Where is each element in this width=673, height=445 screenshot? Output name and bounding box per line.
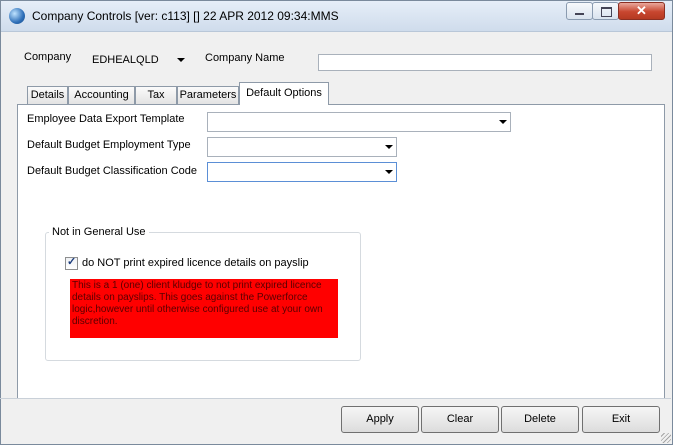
employment-type-label: Default Budget Employment Type (27, 139, 191, 151)
minimize-button[interactable] (566, 2, 593, 20)
tab-label: Parameters (179, 89, 237, 101)
resize-grip[interactable] (661, 433, 671, 443)
expired-licence-checkbox[interactable]: ✓ (65, 256, 78, 270)
employment-type-select[interactable] (207, 137, 397, 157)
warning-note: This is a 1 (one) client kludge to not p… (70, 279, 338, 338)
title-bar[interactable]: Company Controls [ver: c113] [] 22 APR 2… (1, 1, 672, 32)
tab-accounting[interactable]: Accounting (68, 86, 135, 104)
window-title: Company Controls [ver: c113] [] 22 APR 2… (32, 9, 339, 23)
checkmark-icon: ✓ (67, 256, 77, 268)
tab-label: Details (30, 89, 65, 101)
export-template-select[interactable] (207, 112, 511, 132)
tab-label: Accounting (74, 89, 129, 101)
chevron-down-icon (385, 145, 393, 149)
maximize-icon (601, 7, 612, 17)
maximize-button[interactable] (592, 2, 619, 20)
export-template-label: Employee Data Export Template (27, 113, 185, 125)
apply-button[interactable]: Apply (341, 406, 419, 433)
close-icon: ✕ (636, 3, 647, 18)
tab-details[interactable]: Details (27, 86, 68, 104)
tab-label: Default Options (246, 87, 322, 99)
classification-label: Default Budget Classification Code (27, 165, 197, 177)
app-icon (9, 8, 25, 24)
expired-licence-checkbox-label[interactable]: do NOT print expired licence details on … (82, 257, 309, 269)
delete-button[interactable]: Delete (501, 406, 579, 433)
company-name-label: Company Name (205, 52, 285, 64)
group-title: Not in General Use (49, 226, 149, 238)
tab-default-options[interactable]: Default Options (239, 82, 329, 105)
tab-label: Tax (147, 89, 165, 101)
company-label: Company (24, 51, 72, 63)
footer-divider (0, 398, 671, 399)
minimize-icon (575, 13, 584, 15)
chevron-down-icon (499, 120, 507, 124)
exit-button[interactable]: Exit (582, 406, 660, 433)
tab-parameters[interactable]: Parameters (177, 86, 239, 104)
clear-button[interactable]: Clear (421, 406, 499, 433)
company-select[interactable]: EDHEALQLD (88, 51, 188, 71)
tab-tax[interactable]: Tax (135, 86, 177, 104)
chevron-down-icon (177, 58, 185, 62)
company-select-value: EDHEALQLD (92, 54, 159, 66)
chevron-down-icon (385, 170, 393, 174)
company-name-field[interactable] (318, 54, 652, 71)
close-button[interactable]: ✕ (618, 2, 665, 20)
classification-select[interactable] (207, 162, 397, 182)
